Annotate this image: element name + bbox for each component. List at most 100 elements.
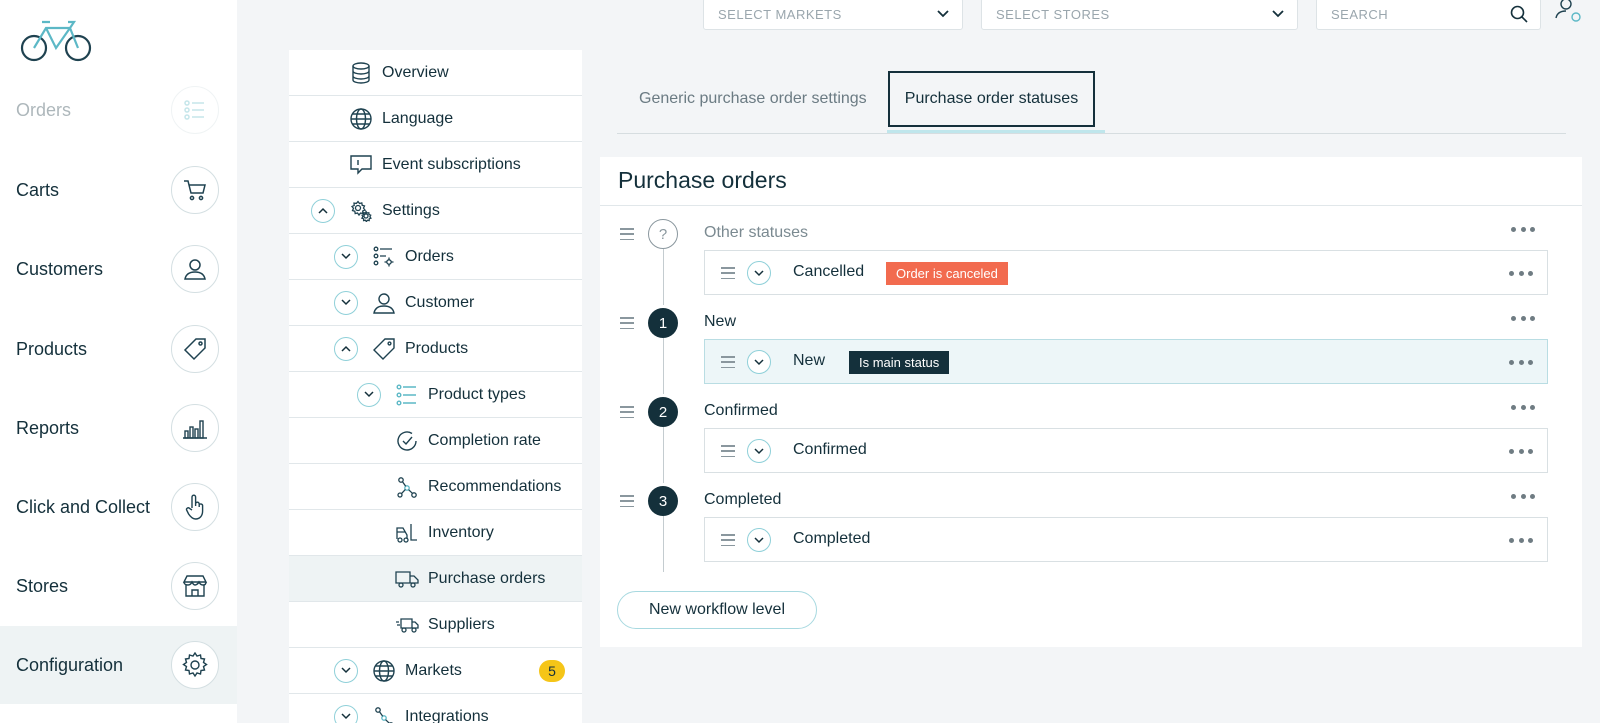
status-tag-order-canceled: Order is canceled bbox=[886, 262, 1008, 285]
globe-icon bbox=[372, 659, 396, 683]
tab-generic-settings[interactable]: Generic purchase order settings bbox=[630, 71, 880, 127]
drag-handle-icon[interactable] bbox=[721, 356, 735, 368]
tree-item-label: Integrations bbox=[405, 707, 489, 723]
nav-stores[interactable]: Stores bbox=[0, 547, 237, 625]
nav-products-label: Products bbox=[16, 338, 88, 359]
drag-handle-icon[interactable] bbox=[721, 267, 735, 279]
tree-item-event-subscriptions[interactable]: Event subscriptions bbox=[289, 142, 582, 188]
status-more-options-icon[interactable] bbox=[1509, 536, 1533, 544]
chevron-down-icon[interactable] bbox=[747, 261, 771, 285]
tree-item-settings[interactable]: Settings bbox=[289, 188, 582, 234]
tree-item-label: Markets bbox=[405, 661, 462, 679]
nav-customers-label: Customers bbox=[16, 258, 104, 279]
status-more-options-icon[interactable] bbox=[1509, 269, 1533, 277]
chevron-down-icon[interactable] bbox=[747, 528, 771, 552]
level-number-badge: 3 bbox=[648, 486, 678, 516]
nav-carts[interactable]: Carts bbox=[0, 151, 237, 229]
gear-icon bbox=[171, 641, 219, 689]
level-more-options-icon[interactable] bbox=[1511, 492, 1535, 500]
bicycle-logo-icon[interactable] bbox=[20, 18, 94, 64]
tree-item-customer[interactable]: Customer bbox=[289, 280, 582, 326]
status-row-confirmed[interactable]: Confirmed bbox=[704, 428, 1548, 473]
tree-item-markets[interactable]: Markets 5 bbox=[289, 648, 582, 694]
tree-item-label: Products bbox=[405, 339, 469, 357]
tree-item-completion-rate[interactable]: Completion rate bbox=[289, 418, 582, 464]
nav-configuration-label: Configuration bbox=[16, 654, 124, 675]
cart-icon bbox=[171, 166, 219, 214]
chevron-down-icon[interactable] bbox=[334, 658, 358, 683]
status-more-options-icon[interactable] bbox=[1509, 358, 1533, 366]
tree-item-inventory[interactable]: Inventory bbox=[289, 510, 582, 556]
list-icon bbox=[395, 383, 419, 407]
new-workflow-level-button[interactable]: New workflow level bbox=[617, 591, 817, 629]
check-circle-icon bbox=[395, 429, 419, 453]
status-more-options-icon[interactable] bbox=[1509, 447, 1533, 455]
chevron-down-icon[interactable] bbox=[334, 244, 358, 269]
status-row-completed[interactable]: Completed bbox=[704, 517, 1548, 562]
chevron-down-icon[interactable] bbox=[334, 704, 358, 723]
nav-click-and-collect[interactable]: Click and Collect bbox=[0, 468, 237, 546]
level-name: Other statuses bbox=[704, 224, 809, 241]
chevron-up-icon[interactable] bbox=[334, 336, 358, 361]
tree-item-purchase-orders[interactable]: Purchase orders bbox=[289, 556, 582, 602]
tree-item-label: Product types bbox=[428, 385, 526, 403]
tree-item-product-types[interactable]: Product types bbox=[289, 372, 582, 418]
level-connector bbox=[663, 427, 664, 483]
drag-handle-icon[interactable] bbox=[620, 406, 634, 418]
drag-handle-icon[interactable] bbox=[721, 534, 735, 546]
question-mark-icon: ? bbox=[648, 219, 678, 249]
nav-reports[interactable]: Reports bbox=[0, 389, 237, 467]
markets-select[interactable]: SELECT MARKETS bbox=[703, 0, 963, 30]
user-settings-icon[interactable] bbox=[1555, 0, 1585, 24]
nav-orders-label: Orders bbox=[16, 99, 72, 120]
status-row-cancelled[interactable]: Cancelled Order is canceled bbox=[704, 250, 1548, 295]
tree-item-products[interactable]: Products bbox=[289, 326, 582, 372]
drag-handle-icon[interactable] bbox=[620, 495, 634, 507]
level-connector bbox=[663, 249, 664, 305]
active-tab-indicator bbox=[887, 130, 1105, 133]
chevron-down-icon[interactable] bbox=[747, 350, 771, 374]
level-number-badge: 1 bbox=[648, 308, 678, 338]
card-divider bbox=[600, 205, 1582, 206]
nav-configuration[interactable]: Configuration bbox=[0, 626, 237, 704]
tree-item-integrations[interactable]: Integrations bbox=[289, 694, 582, 723]
tree-item-language[interactable]: Language bbox=[289, 96, 582, 142]
chevron-down-icon[interactable] bbox=[357, 382, 381, 407]
main-sidebar: Orders Carts Customers Products Reports … bbox=[0, 0, 237, 723]
chevron-down-icon[interactable] bbox=[747, 439, 771, 463]
tree-item-suppliers[interactable]: Suppliers bbox=[289, 602, 582, 648]
tree-item-recommendations[interactable]: Recommendations bbox=[289, 464, 582, 510]
tree-item-label: Language bbox=[382, 109, 454, 127]
status-name: New bbox=[793, 352, 826, 369]
drag-handle-icon[interactable] bbox=[620, 317, 634, 329]
tag-icon bbox=[171, 325, 219, 373]
tab-purchase-order-statuses[interactable]: Purchase order statuses bbox=[888, 71, 1095, 127]
bar-chart-icon bbox=[171, 404, 219, 452]
card-title: Purchase orders bbox=[618, 167, 787, 193]
search-input[interactable]: SEARCH bbox=[1316, 0, 1541, 30]
status-row-new[interactable]: New Is main status bbox=[704, 339, 1548, 384]
level-more-options-icon[interactable] bbox=[1511, 314, 1535, 322]
nav-orders[interactable]: Orders bbox=[0, 71, 237, 149]
stores-select[interactable]: SELECT STORES bbox=[981, 0, 1298, 30]
level-connector bbox=[663, 338, 664, 394]
nav-products[interactable]: Products bbox=[0, 310, 237, 388]
tree-item-orders[interactable]: Orders bbox=[289, 234, 582, 280]
tree-item-overview[interactable]: Overview bbox=[289, 50, 582, 96]
drag-handle-icon[interactable] bbox=[721, 445, 735, 457]
status-tag-main-status: Is main status bbox=[849, 351, 950, 374]
level-more-options-icon[interactable] bbox=[1511, 403, 1535, 411]
nav-customers[interactable]: Customers bbox=[0, 230, 237, 308]
chevron-down-icon bbox=[936, 9, 950, 19]
chevron-up-icon[interactable] bbox=[311, 198, 335, 223]
level-name: New bbox=[704, 313, 737, 330]
drag-handle-icon[interactable] bbox=[620, 228, 634, 240]
tree-item-label: Recommendations bbox=[428, 477, 562, 495]
level-more-options-icon[interactable] bbox=[1511, 225, 1535, 233]
tree-item-label: Orders bbox=[405, 247, 454, 265]
settings-tree: Overview Language Event subscriptions Se… bbox=[289, 50, 582, 723]
search-icon[interactable] bbox=[1510, 5, 1528, 23]
truck-icon bbox=[395, 567, 419, 591]
nav-stores-label: Stores bbox=[16, 575, 69, 596]
chevron-down-icon[interactable] bbox=[334, 290, 358, 315]
